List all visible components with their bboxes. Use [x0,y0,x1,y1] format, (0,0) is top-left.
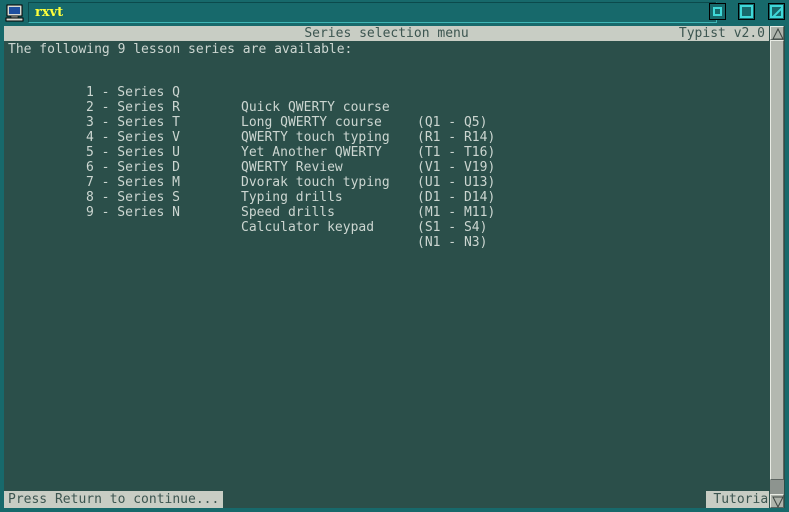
terminal-content: Series selection menu Typist v2.0 The fo… [4,26,769,508]
close-button[interactable] [768,3,785,20]
app-version-label: Typist v2.0 [678,26,765,41]
series-description: Calculator keypad [241,220,375,235]
maximize-button[interactable] [738,3,756,20]
series-key: 9 - Series N [86,205,180,220]
list-item[interactable]: 1 - Series Q Quick QWERTY course (Q1 - Q… [4,70,769,130]
close-icon [770,5,783,18]
scrollbar[interactable] [769,26,785,508]
scroll-up-arrow-icon[interactable] [770,26,784,40]
list-item[interactable]: 7 - Series M Typing drills (M1 - M11) [4,160,769,220]
list-item[interactable]: 8 - Series S Speed drills (S1 - S4) [4,175,769,235]
window-title-box: rxvt [28,2,717,23]
list-item[interactable]: 6 - Series D Dvorak touch typing (D1 - D… [4,145,769,205]
list-item[interactable]: 5 - Series U QWERTY Review (U1 - U13) [4,130,769,190]
window-buttons [706,3,785,23]
minimize-button[interactable] [708,3,726,20]
intro-text: The following 9 lesson series are availa… [8,42,353,57]
scrollbar-track[interactable] [770,40,784,494]
list-item[interactable]: 4 - Series V Yet Another QWERTY (V1 - V1… [4,115,769,175]
series-menu-list: 1 - Series Q Quick QWERTY course (Q1 - Q… [4,70,769,250]
list-item[interactable]: 9 - Series N Calculator keypad (N1 - N3) [4,190,769,250]
series-description: Speed drills [241,205,335,220]
minimize-icon [712,7,722,16]
page-title: Series selection menu [304,26,469,41]
scrollbar-thumb[interactable] [770,40,784,480]
series-range: (M1 - M11) [417,205,496,220]
scroll-down-arrow-icon[interactable] [770,494,784,508]
window-title: rxvt [35,5,64,20]
status-bar: Press Return to continue... [4,491,224,508]
window-titlebar: rxvt [0,0,789,26]
screen: rxvt Series selection menu Typist v2.0 T… [0,0,789,512]
series-range: (S1 - S4) [417,220,488,235]
maximize-icon [740,5,754,18]
computer-icon [5,4,25,22]
list-item[interactable]: 2 - Series R Long QWERTY course (R1 - R1… [4,85,769,145]
list-item[interactable]: 3 - Series T QWERTY touch typing (T1 - T… [4,100,769,160]
app-header-bar: Series selection menu Typist v2.0 [4,26,769,41]
series-range: (N1 - N3) [417,235,488,250]
